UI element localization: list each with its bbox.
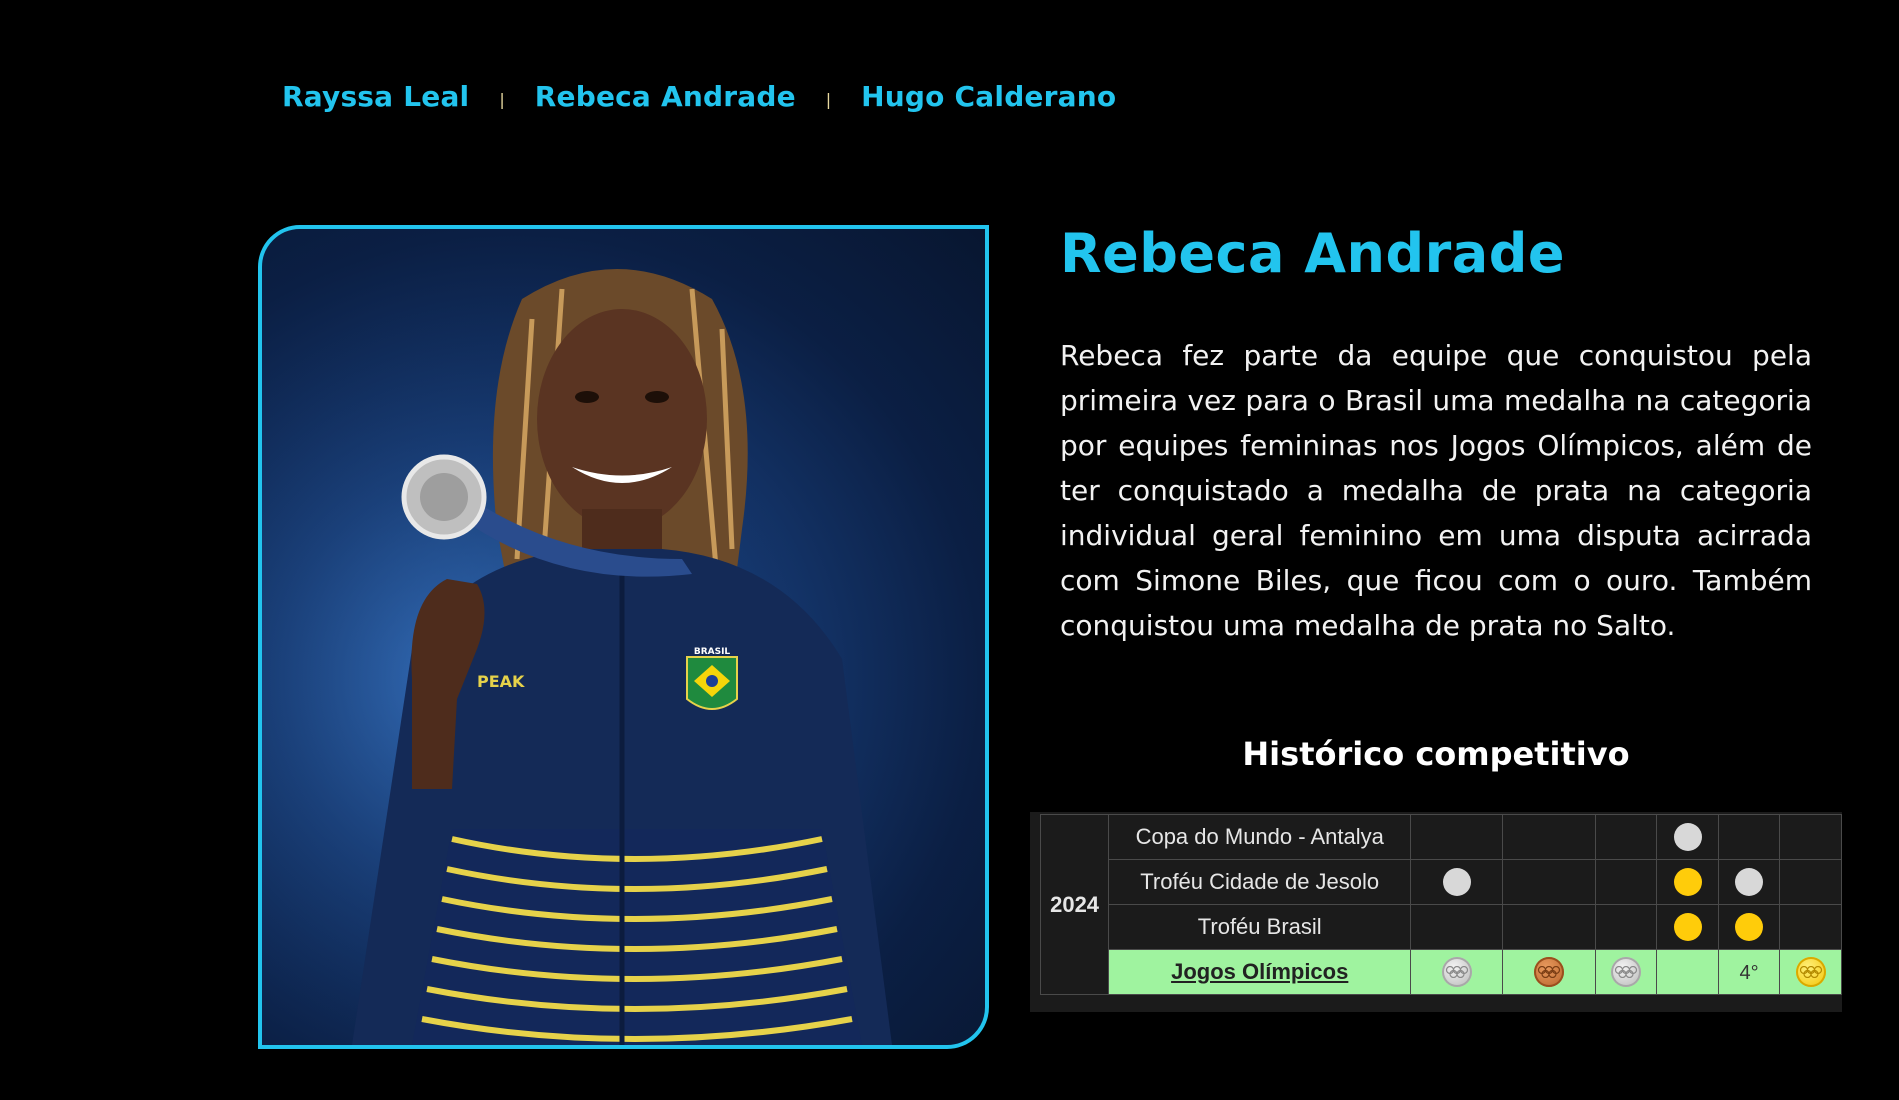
result-cell <box>1656 814 1719 860</box>
athlete-photo-illustration: BRASIL PEAK <box>262 229 985 1045</box>
result-cell <box>1502 859 1596 905</box>
result-cell <box>1779 859 1842 905</box>
result-cell <box>1656 904 1719 950</box>
table-row: Jogos Olímpicos 4° <box>1041 949 1842 995</box>
history-title: Histórico competitivo <box>1242 735 1630 773</box>
result-cell <box>1410 904 1504 950</box>
result-cell <box>1594 814 1658 860</box>
result-cell <box>1502 949 1596 995</box>
year-cell: 2024 <box>1039 814 1110 995</box>
result-cell <box>1717 904 1781 950</box>
event-name: Copa do Mundo - Antalya <box>1108 814 1412 860</box>
nav-separator: | <box>825 89 832 109</box>
nav-separator: | <box>499 89 505 109</box>
brand-text: PEAK <box>477 672 525 691</box>
result-cell <box>1410 814 1504 860</box>
event-link-jogos-olimpicos[interactable]: Jogos Olímpicos <box>1108 949 1412 995</box>
result-cell <box>1656 859 1719 905</box>
bronze-medal-icon <box>1534 957 1565 987</box>
silver-medal-icon <box>1441 957 1472 987</box>
gold-dot-icon <box>1673 868 1702 897</box>
result-cell <box>1502 814 1596 860</box>
result-cell <box>1779 904 1842 950</box>
result-cell <box>1594 859 1658 905</box>
result-cell <box>1717 814 1781 860</box>
table-row: Troféu Cidade de Jesolo <box>1041 859 1842 905</box>
result-cell <box>1594 949 1658 995</box>
gold-dot-icon <box>1673 913 1702 942</box>
result-cell <box>1594 904 1658 950</box>
history-table: 2024 Copa do Mundo - Antalya Troféu Cida… <box>1039 814 1842 995</box>
gold-medal-icon <box>1795 957 1826 987</box>
nav-link-hugo-calderano[interactable]: Hugo Calderano <box>861 80 1116 113</box>
athlete-name: Rebeca Andrade <box>1060 222 1565 285</box>
silver-dot-icon <box>1673 823 1702 852</box>
jacket-text: BRASIL <box>694 647 731 657</box>
result-cell <box>1502 904 1596 950</box>
event-name: Troféu Cidade de Jesolo <box>1108 859 1412 905</box>
event-name: Troféu Brasil <box>1108 904 1412 950</box>
result-cell: 4° <box>1717 949 1781 995</box>
silver-dot-icon <box>1735 868 1764 897</box>
silver-dot-icon <box>1442 868 1471 897</box>
athlete-photo: BRASIL PEAK <box>258 225 989 1049</box>
placement-text: 4° <box>1739 962 1759 984</box>
table-row: Troféu Brasil <box>1041 904 1842 950</box>
nav-link-rayssa-leal[interactable]: Rayssa Leal <box>282 80 469 113</box>
result-cell <box>1779 949 1842 995</box>
silver-medal-icon <box>1610 957 1641 987</box>
result-cell <box>1717 859 1781 905</box>
result-cell <box>1779 814 1842 860</box>
result-cell <box>1410 859 1504 905</box>
athlete-bio: Rebeca fez parte da equipe que conquisto… <box>1060 339 1812 642</box>
nav-link-rebeca-andrade[interactable]: Rebeca Andrade <box>535 80 796 113</box>
result-cell <box>1656 949 1719 995</box>
table-row: 2024 Copa do Mundo - Antalya <box>1039 814 1842 995</box>
history-table-container: 2024 Copa do Mundo - Antalya Troféu Cida… <box>1030 812 1842 1012</box>
athlete-nav: Rayssa Leal | Rebeca Andrade | Hugo Cald… <box>282 76 1116 116</box>
gold-dot-icon <box>1735 913 1764 942</box>
result-cell <box>1410 949 1504 995</box>
